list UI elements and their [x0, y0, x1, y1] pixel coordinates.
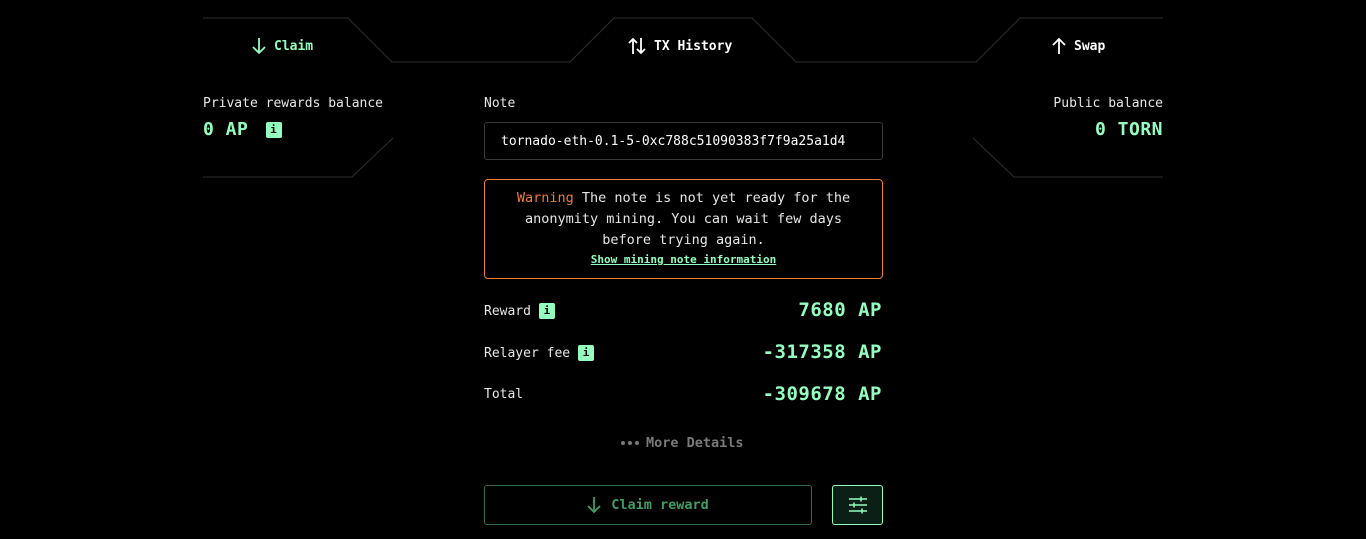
- info-icon[interactable]: i: [538, 303, 555, 319]
- warning-title: Warning: [516, 190, 574, 206]
- claim-panel: Claim TX History Swap Private rewards ba…: [0, 0, 1366, 539]
- tab-tx-history-label: TX History: [654, 38, 733, 54]
- more-details-toggle[interactable]: More Details: [620, 435, 744, 451]
- tab-tx-history[interactable]: TX History: [628, 34, 732, 58]
- total-value: -309678 AP: [762, 383, 882, 405]
- reward-row-label: Reward i: [484, 303, 555, 319]
- warning-message: The note is not yet ready for the anonym…: [525, 190, 851, 248]
- info-icon[interactable]: i: [578, 345, 595, 361]
- settings-button[interactable]: [832, 485, 883, 525]
- private-balance-value: 0 AP: [203, 119, 249, 140]
- arrow-down-icon: [587, 497, 601, 514]
- reward-label: Reward: [484, 303, 531, 319]
- private-balance-label: Private rewards balance: [203, 96, 384, 111]
- public-balance-label: Public balance: [1053, 96, 1163, 111]
- note-input[interactable]: [484, 122, 883, 160]
- note-label: Note: [484, 96, 516, 111]
- tab-claim-label: Claim: [274, 38, 314, 54]
- arrow-down-icon: [252, 38, 266, 55]
- arrow-up-icon: [1052, 37, 1066, 54]
- show-mining-note-link[interactable]: Show mining note information: [497, 253, 870, 266]
- reward-value: 7680 AP: [798, 299, 882, 321]
- private-balance: 0 AP i: [203, 119, 282, 140]
- public-balance-value: 0 TORN: [1094, 119, 1163, 140]
- claim-reward-button[interactable]: Claim reward: [484, 485, 812, 525]
- relayer-fee-row-label: Relayer fee i: [484, 345, 595, 361]
- sliders-icon: [848, 496, 867, 514]
- swap-vertical-icon: [628, 37, 646, 55]
- relayer-fee-label: Relayer fee: [484, 345, 571, 361]
- tab-claim[interactable]: Claim: [252, 34, 313, 58]
- tab-swap-label: Swap: [1074, 38, 1106, 54]
- claim-reward-label: Claim reward: [611, 497, 709, 513]
- tab-swap[interactable]: Swap: [1052, 34, 1105, 58]
- info-icon[interactable]: i: [265, 122, 282, 138]
- warning-box: Warning The note is not yet ready for th…: [484, 179, 883, 279]
- relayer-fee-value: -317358 AP: [762, 341, 882, 363]
- more-dots-icon: [621, 441, 639, 445]
- more-details-label: More Details: [646, 435, 744, 451]
- total-label: Total: [484, 387, 524, 402]
- warning-text: Warning The note is not yet ready for th…: [497, 188, 870, 251]
